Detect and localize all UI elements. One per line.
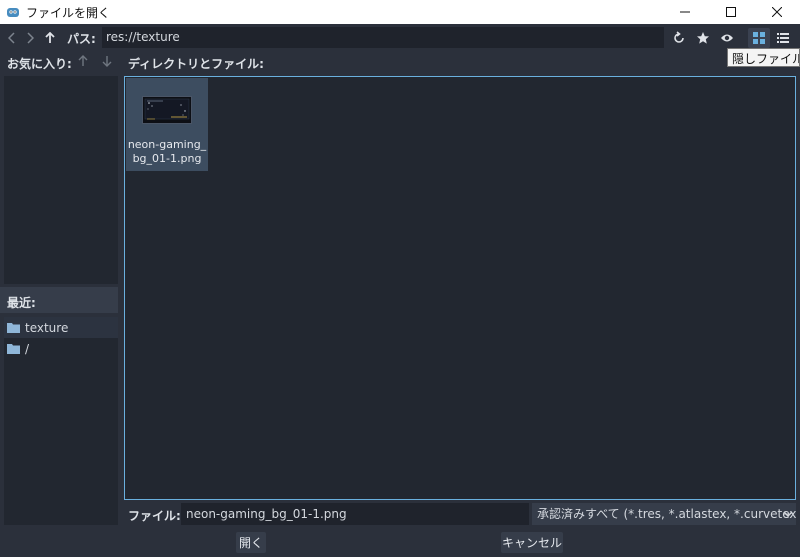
window-title: ファイルを開く — [26, 5, 111, 20]
title-bar: ファイルを開く — [0, 0, 800, 24]
tooltip: 隠しファイルの — [727, 48, 800, 67]
move-favorite-up-button[interactable] — [78, 55, 88, 71]
favorites-label: お気に入り: — [7, 57, 72, 71]
arrow-up-icon — [45, 32, 55, 43]
close-button[interactable] — [754, 0, 800, 24]
file-grid[interactable] — [124, 76, 796, 500]
path-input[interactable]: res://texture — [102, 27, 664, 48]
folder-icon — [7, 322, 20, 333]
refresh-button[interactable] — [670, 29, 688, 47]
folder-icon — [7, 343, 20, 354]
file-item-label: neon-gaming_ bg_01-1.png — [126, 138, 208, 166]
open-button[interactable]: 開く — [236, 532, 266, 553]
recent-item-label: / — [25, 341, 30, 356]
window-controls — [662, 0, 800, 24]
forward-button[interactable] — [22, 30, 38, 46]
favorite-button[interactable] — [694, 29, 712, 47]
file-filter-value: 承認済みすべて (*.tres, *.atlastex, *.curvetex,… — [537, 507, 796, 521]
path-label: パス: — [67, 32, 96, 46]
arrow-down-icon — [102, 56, 112, 67]
star-icon — [697, 32, 709, 44]
cancel-button[interactable]: キャンセル — [501, 532, 563, 553]
arrow-up-icon — [78, 55, 88, 66]
toggle-hidden-files-button[interactable] — [718, 29, 736, 47]
back-button[interactable] — [4, 30, 20, 46]
refresh-icon — [674, 31, 684, 43]
list-view-button[interactable] — [774, 29, 792, 47]
file-name-line-1: neon-gaming_ — [127, 138, 207, 151]
move-favorite-down-button[interactable] — [102, 55, 112, 71]
chevron-left-icon — [8, 32, 15, 44]
grid-icon — [753, 32, 765, 44]
file-dialog-window: ファイルを開く パス: res://texture 隠しファイ お気に入り: 最… — [0, 0, 800, 557]
directories-and-files-label: ディレクトリとファイル: — [128, 57, 264, 71]
maximize-button[interactable] — [708, 0, 754, 24]
file-name-line-2: bg_01-1.png — [132, 152, 202, 165]
recent-item[interactable]: texture — [4, 317, 118, 338]
chevron-down-icon — [783, 503, 793, 525]
godot-app-icon — [6, 5, 20, 19]
eye-icon — [721, 34, 733, 42]
file-name-input[interactable]: neon-gaming_bg_01-1.png — [181, 503, 529, 525]
list-icon — [777, 33, 789, 43]
minimize-button[interactable] — [662, 0, 708, 24]
file-label: ファイル: — [128, 509, 181, 523]
image-thumbnail — [142, 96, 192, 124]
recent-item-label: texture — [25, 320, 69, 335]
thumbnail-view-button[interactable] — [748, 28, 770, 48]
recent-label: 最近: — [7, 296, 36, 310]
up-directory-button[interactable] — [42, 30, 58, 46]
recent-item[interactable]: / — [4, 338, 118, 359]
chevron-right-icon — [27, 32, 34, 44]
favorites-list[interactable] — [4, 76, 118, 284]
file-filter-select[interactable]: 承認済みすべて (*.tres, *.atlastex, *.curvetex,… — [532, 503, 796, 525]
